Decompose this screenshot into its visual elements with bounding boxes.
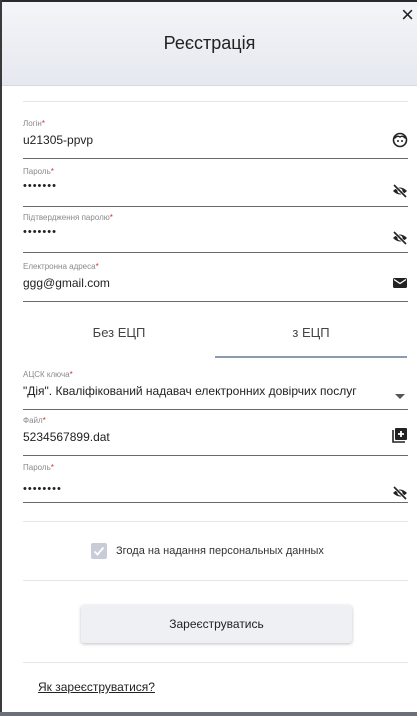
eye-off-icon[interactable] [392,183,408,199]
key-password-value[interactable]: •••••••• [23,483,62,495]
password-label: Пароль [23,167,51,176]
window-left-border [0,0,2,716]
check-icon [93,546,105,556]
register-button[interactable]: Зареєструватись [81,605,352,643]
acsk-value[interactable]: "Дія". Кваліфікований надавач електронни… [23,384,357,398]
consent-row: Згода на надання персональных данных [23,542,408,562]
divider [23,101,408,102]
eye-off-icon[interactable] [392,485,408,501]
required-mark: * [50,167,54,176]
email-field[interactable]: Електронна адреса* ggg@gmail.com [23,262,408,302]
dialog-title: Реєстрація [163,33,256,53]
required-mark: * [109,213,113,222]
key-password-label: Пароль [23,463,51,472]
acsk-select[interactable]: АЦСК ключа* "Дія". Кваліфікований надава… [23,370,408,410]
tab-without-ecp[interactable]: Без ЕЦП [23,308,215,358]
email-value[interactable]: ggg@gmail.com [23,276,110,290]
divider [23,662,408,663]
required-mark: * [42,416,46,425]
password-value[interactable]: ••••••• [23,180,57,192]
consent-label[interactable]: Згода на надання персональных данных [116,545,324,557]
add-box-icon[interactable] [392,427,408,443]
confirm-password-value[interactable]: ••••••• [23,226,57,238]
dropdown-arrow-icon[interactable] [392,388,408,404]
window-bottom-border [0,712,417,716]
login-label: Логін [23,119,42,128]
how-to-register-link[interactable]: Як зареєструватися? [38,680,155,694]
face-icon [392,132,408,148]
signature-tabs: Без ЕЦП з ЕЦП [23,308,408,358]
eye-off-icon[interactable] [392,230,408,246]
file-field[interactable]: Файл* 5234567899.dat [23,416,408,456]
key-password-field[interactable]: Пароль* •••••••• [23,463,408,503]
email-label: Електронна адреса [23,262,96,271]
divider [23,521,408,522]
required-mark: * [69,370,73,379]
login-value[interactable]: u21305-ppvp [23,133,93,147]
password-field[interactable]: Пароль* ••••••• [23,167,408,207]
close-icon[interactable]: × [401,4,414,26]
login-field[interactable]: Логін* u21305-ppvp [23,119,408,159]
file-label: Файл [23,416,43,425]
mail-icon [393,278,407,288]
confirm-password-label: Підтвердження паролю [23,213,110,222]
tab-with-ecp[interactable]: з ЕЦП [215,308,407,358]
confirm-password-field[interactable]: Підтвердження паролю* ••••••• [23,213,408,253]
required-mark: * [50,463,54,472]
consent-checkbox[interactable] [91,543,107,559]
acsk-label: АЦСК ключа [23,370,70,379]
file-value[interactable]: 5234567899.dat [23,430,110,444]
divider [23,580,408,581]
dialog-header: Реєстрація × [2,2,417,86]
required-mark: * [95,262,99,271]
required-mark: * [41,119,45,128]
